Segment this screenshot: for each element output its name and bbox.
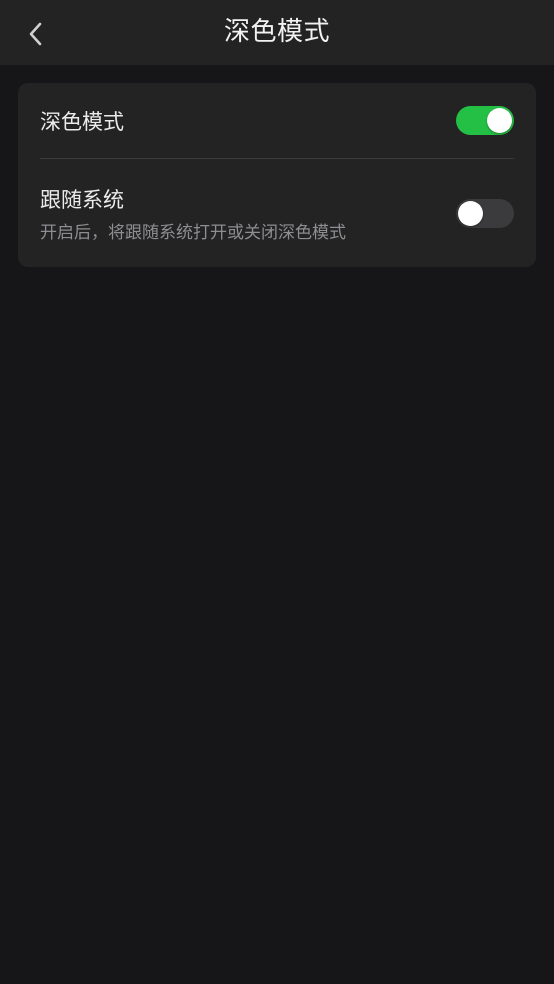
- page-title: 深色模式: [223, 17, 330, 47]
- follow-system-description: 开启后，将跟随系统打开或关闭深色模式: [40, 223, 346, 243]
- dark-mode-label: 深色模式: [40, 110, 124, 134]
- divider: [40, 158, 514, 159]
- follow-system-row: 跟随系统 开启后，将跟随系统打开或关闭深色模式: [40, 181, 514, 249]
- follow-system-toggle[interactable]: [456, 199, 514, 228]
- follow-system-label: 跟随系统: [40, 188, 124, 212]
- settings-card: 深色模式 跟随系统 开启后，将跟随系统打开或关闭深色模式: [18, 83, 536, 267]
- toggle-knob: [458, 201, 483, 226]
- dark-mode-toggle[interactable]: [456, 106, 514, 135]
- toggle-knob: [487, 108, 512, 133]
- navigation-bar: 深色模式: [0, 0, 554, 65]
- dark-mode-row: 深色模式: [40, 103, 514, 141]
